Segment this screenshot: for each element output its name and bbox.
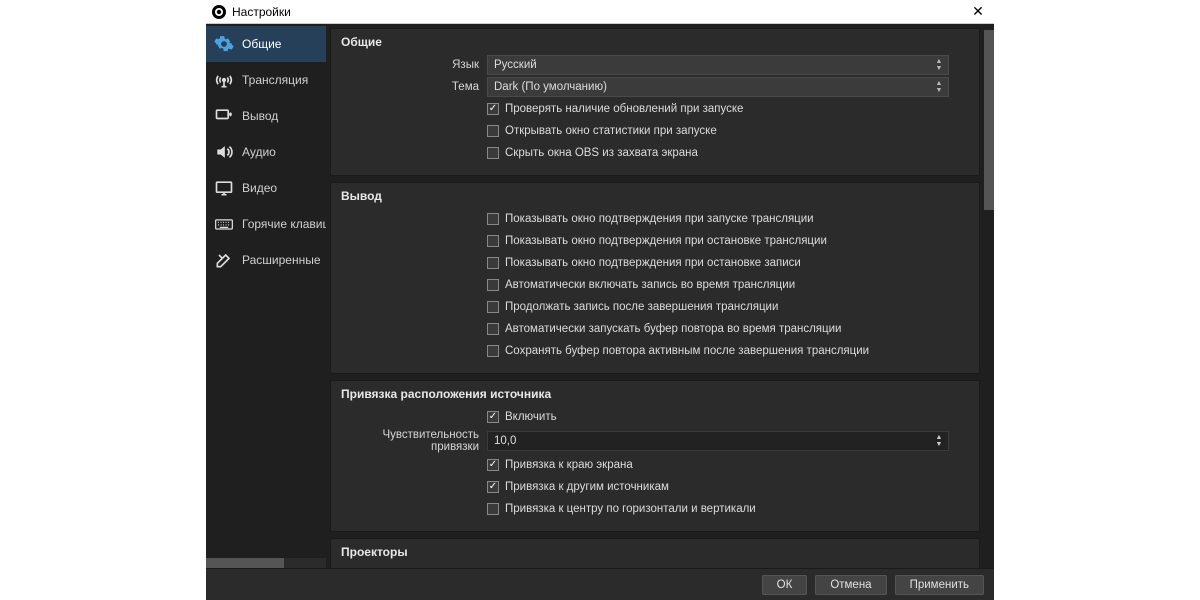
speaker-icon (214, 142, 234, 162)
tools-icon (214, 250, 234, 270)
sidebar-item-video[interactable]: Видео (206, 170, 326, 206)
theme-select[interactable]: Dark (По умолчанию) ▲▼ (487, 77, 949, 97)
check-updates-checkbox[interactable] (487, 103, 499, 115)
check-label: Привязка к краю экрана (505, 459, 633, 471)
sidebar-item-stream[interactable]: Трансляция (206, 62, 326, 98)
content-scrollarea: Общие Язык Русский ▲▼ Тема Dark (По умолч… (326, 24, 984, 568)
sidebar-item-label: Вывод (242, 109, 278, 123)
monitor-icon (214, 178, 234, 198)
settings-window: Настройки ✕ Общие Трансляция В (206, 0, 994, 600)
sidebar-item-label: Горячие клавиши (242, 217, 326, 231)
section-projectors: Проекторы Скрыть курсор за проекторы Пок… (330, 538, 980, 568)
snap-center-checkbox[interactable] (487, 503, 499, 515)
cancel-button[interactable]: Отмена (815, 575, 886, 595)
section-source-snapping: Привязка расположения источника Включить… (330, 380, 980, 532)
sidebar-item-label: Общие (242, 37, 281, 51)
section-title: Проекторы (341, 545, 969, 559)
check-label: Показывать окно подтверждения при остано… (505, 235, 827, 247)
sidebar-item-general[interactable]: Общие (206, 26, 326, 62)
check-label: Проверять наличие обновлений при запуске (505, 103, 743, 115)
sidebar-item-audio[interactable]: Аудио (206, 134, 326, 170)
keep-record-after-stream-checkbox[interactable] (487, 301, 499, 313)
label-snap-sensitivity: Чувствительность привязки (341, 429, 487, 453)
content-vert-scrollbar[interactable] (984, 24, 994, 568)
apply-button[interactable]: Применить (895, 575, 984, 595)
section-output: Вывод Показывать окно подтверждения при … (330, 182, 980, 374)
check-label: Показывать окно подтверждения при запуск… (505, 213, 814, 225)
keyboard-icon (214, 214, 234, 234)
snap-other-sources-checkbox[interactable] (487, 481, 499, 493)
auto-replay-buffer-checkbox[interactable] (487, 323, 499, 335)
section-title: Общие (341, 35, 969, 49)
close-button[interactable]: ✕ (968, 3, 988, 20)
language-select[interactable]: Русский ▲▼ (487, 55, 949, 75)
theme-value: Dark (По умолчанию) (494, 81, 607, 93)
confirm-stop-stream-checkbox[interactable] (487, 235, 499, 247)
antenna-icon (214, 70, 234, 90)
label-language: Язык (341, 59, 487, 71)
app-logo-icon (212, 5, 226, 19)
sidebar-item-label: Расширенные (242, 253, 321, 267)
footer: ОК Отмена Применить (206, 568, 994, 600)
check-label: Открывать окно статистики при запуске (505, 125, 717, 137)
gear-icon (214, 34, 234, 54)
check-label: Включить (505, 411, 557, 423)
snap-sensitivity-value: 10,0 (494, 435, 516, 447)
spinner-icon: ▲▼ (932, 56, 946, 74)
snap-sensitivity-input[interactable]: 10,0 ▲▼ (487, 431, 949, 451)
check-label: Показывать окно подтверждения при остано… (505, 257, 801, 269)
sidebar-horiz-scrollbar[interactable] (206, 558, 326, 568)
check-label: Привязка к другим источникам (505, 481, 669, 493)
language-value: Русский (494, 59, 537, 71)
output-icon (214, 106, 234, 126)
section-general: Общие Язык Русский ▲▼ Тема Dark (По умолч… (330, 28, 980, 176)
check-label: Автоматически включать запись во время т… (505, 279, 795, 291)
confirm-start-stream-checkbox[interactable] (487, 213, 499, 225)
open-stats-checkbox[interactable] (487, 125, 499, 137)
auto-record-checkbox[interactable] (487, 279, 499, 291)
hide-obs-checkbox[interactable] (487, 147, 499, 159)
check-label: Скрыть окна OBS из захвата экрана (505, 147, 698, 159)
keep-replay-buffer-checkbox[interactable] (487, 345, 499, 357)
check-label: Привязка к центру по горизонтали и верти… (505, 503, 756, 515)
sidebar-item-label: Трансляция (242, 73, 308, 87)
sidebar-item-advanced[interactable]: Расширенные (206, 242, 326, 278)
ok-button[interactable]: ОК (762, 575, 808, 595)
sidebar-item-label: Видео (242, 181, 277, 195)
titlebar: Настройки ✕ (206, 0, 994, 24)
sidebar-item-hotkeys[interactable]: Горячие клавиши (206, 206, 326, 242)
section-title: Привязка расположения источника (341, 387, 969, 401)
snap-screen-edge-checkbox[interactable] (487, 459, 499, 471)
snap-enable-checkbox[interactable] (487, 411, 499, 423)
check-label: Сохранять буфер повтора активным после з… (505, 345, 869, 357)
sidebar-item-label: Аудио (242, 145, 276, 159)
window-title: Настройки (232, 5, 291, 19)
sidebar: Общие Трансляция Вывод Аудио (206, 24, 326, 568)
section-title: Вывод (341, 189, 969, 203)
label-theme: Тема (341, 81, 487, 93)
check-label: Продолжать запись после завершения транс… (505, 301, 778, 313)
spinner-icon: ▲▼ (932, 432, 946, 450)
spinner-icon: ▲▼ (932, 78, 946, 96)
check-label: Автоматически запускать буфер повтора во… (505, 323, 841, 335)
confirm-stop-record-checkbox[interactable] (487, 257, 499, 269)
sidebar-item-output[interactable]: Вывод (206, 98, 326, 134)
